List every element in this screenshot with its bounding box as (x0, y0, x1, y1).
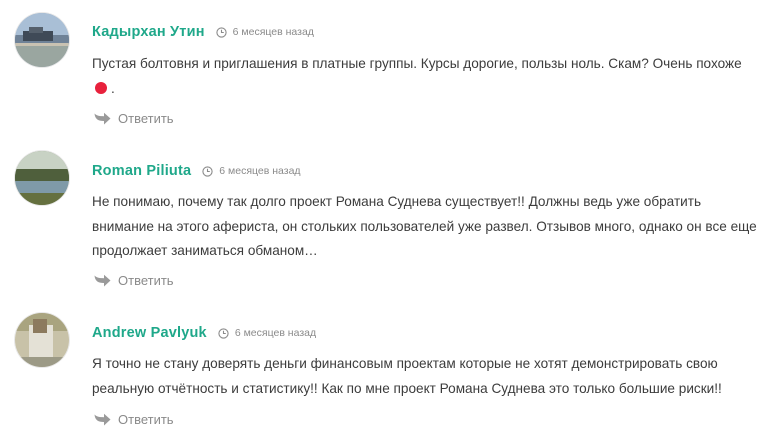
reply-button[interactable]: Ответить (94, 109, 174, 127)
comment-time: 6 месяцев назад (234, 327, 317, 339)
comment-text-end: . (111, 80, 115, 96)
avatar[interactable] (15, 13, 69, 67)
comment-meta: Andrew Pavlyuk 6 месяцев назад (92, 323, 316, 343)
comment-text: Я точно не стану доверять деньги финансо… (92, 356, 722, 396)
comment-author[interactable]: Andrew Pavlyuk (92, 325, 207, 341)
reply-label: Ответить (118, 110, 174, 126)
clock-icon (216, 26, 227, 38)
avatar-image (15, 13, 69, 67)
reply-button[interactable]: Ответить (94, 271, 174, 289)
comment-time: 6 месяцев назад (232, 26, 314, 38)
red-circle-icon (95, 81, 107, 94)
reply-button[interactable]: Ответить (94, 410, 174, 428)
reply-arrow-icon (94, 274, 111, 286)
avatar[interactable] (15, 151, 69, 205)
comment-text-part: Пустая болтовня и приглашения в платные … (92, 56, 742, 71)
avatar-image (15, 151, 69, 205)
comment-date[interactable]: 6 месяцев назад (202, 165, 301, 177)
avatar-image (15, 313, 69, 367)
reply-arrow-icon (94, 112, 111, 124)
comment-time: 6 месяцев назад (219, 165, 301, 177)
clock-icon (218, 327, 229, 339)
avatar[interactable] (15, 313, 69, 367)
reply-label: Ответить (118, 411, 174, 427)
comment-author[interactable]: Кадырхан Утин (92, 24, 205, 40)
reply-label: Ответить (118, 272, 174, 288)
comment-text: Пустая болтовня и приглашения в платные … (92, 52, 758, 101)
comment-meta: Кадырхан Утин 6 месяцев назад (92, 22, 314, 42)
comment-date[interactable]: 6 месяцев назад (218, 327, 316, 339)
clock-icon (202, 165, 213, 177)
comment-author[interactable]: Roman Piliuta (92, 163, 191, 179)
comment-meta: Roman Piliuta 6 месяцев назад (92, 161, 301, 181)
comment-text: Не понимаю, почему так долго проект Рома… (92, 194, 757, 258)
comment-date[interactable]: 6 месяцев назад (216, 26, 314, 38)
reply-arrow-icon (94, 413, 111, 425)
